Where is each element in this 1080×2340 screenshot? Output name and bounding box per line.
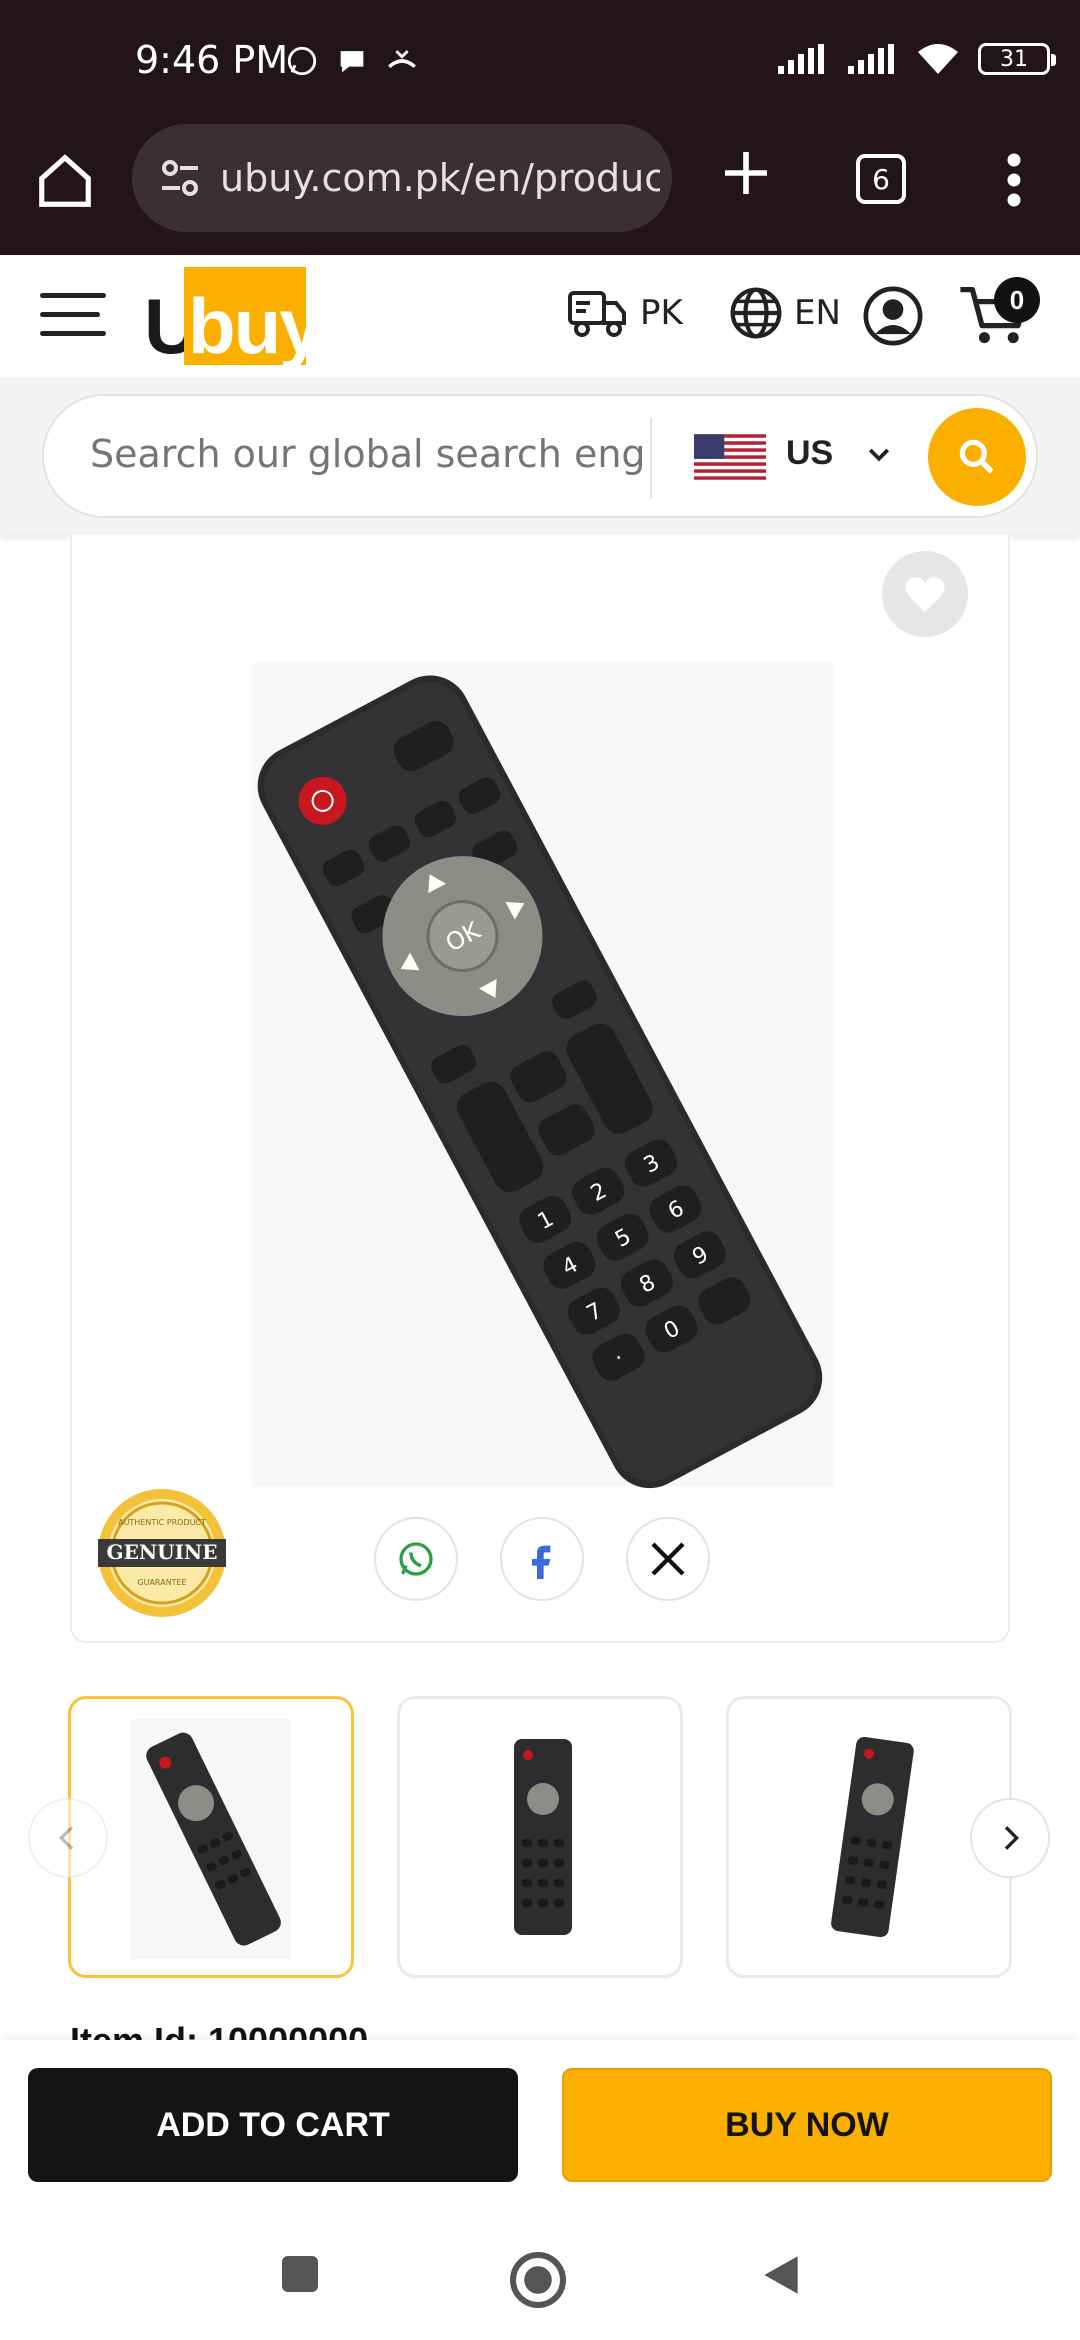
more-icon[interactable] <box>1000 150 1028 210</box>
signal-icon-2 <box>848 44 894 74</box>
ubuy-logo[interactable]: U buy <box>144 267 323 370</box>
ship-to-selector[interactable]: PK <box>566 285 683 341</box>
cart-count-badge: 0 <box>994 277 1040 323</box>
signal-icon <box>778 44 824 74</box>
home-icon[interactable] <box>34 150 96 212</box>
thumbnail-2[interactable] <box>397 1696 683 1978</box>
product-image-card: OK 123 456 789 · 0 GENUINE AUTHENTIC PRO… <box>70 535 1010 1643</box>
chat-notification-icon <box>340 51 364 73</box>
authentic-text: AUTHENTIC PRODUCT <box>118 1518 206 1527</box>
wishlist-button[interactable] <box>882 551 968 637</box>
ship-to-label: PK <box>640 293 683 333</box>
x-icon <box>651 1542 685 1576</box>
plus-icon[interactable] <box>718 145 774 201</box>
notification-icons <box>285 44 419 78</box>
carousel-next-button[interactable] <box>970 1798 1050 1878</box>
buy-now-button[interactable]: BUY NOW <box>562 2068 1052 2182</box>
language-label: EN <box>794 293 841 333</box>
home-nav-icon[interactable] <box>508 2250 568 2310</box>
add-to-cart-button[interactable]: ADD TO CART <box>28 2068 518 2182</box>
search-input[interactable] <box>90 432 660 476</box>
site-settings-icon[interactable] <box>156 154 204 202</box>
country-label[interactable]: US <box>786 434 833 473</box>
search-area: US <box>0 377 1080 535</box>
search-icon <box>959 439 994 474</box>
whatsapp-icon <box>399 1542 433 1576</box>
carousel-prev-button[interactable] <box>28 1798 108 1878</box>
system-nav-bar <box>0 2220 1080 2340</box>
missed-call-icon <box>388 50 416 69</box>
globe-icon <box>730 287 782 339</box>
system-status-icons: 31 <box>776 42 1056 76</box>
address-bar[interactable]: ubuy.com.pk/en/product <box>132 124 672 232</box>
chevron-right-icon <box>1004 1826 1020 1850</box>
status-time: 9:46 PM <box>135 38 289 82</box>
tab-count: 6 <box>872 162 890 196</box>
facebook-icon <box>532 1545 551 1579</box>
action-bar: ADD TO CART BUY NOW <box>0 2040 1080 2220</box>
heart-icon <box>905 577 945 613</box>
menu-icon[interactable] <box>40 293 106 339</box>
search-divider <box>650 418 652 498</box>
logo-buy: buy <box>188 282 323 370</box>
guarantee-text: GUARANTEE <box>137 1578 186 1587</box>
us-flag-icon[interactable] <box>694 434 766 480</box>
whatsapp-notification-icon <box>287 46 317 76</box>
back-nav-icon[interactable] <box>756 2250 806 2300</box>
recents-icon[interactable] <box>276 2250 324 2298</box>
chevron-down-icon[interactable] <box>864 440 894 470</box>
language-selector[interactable]: EN <box>728 285 841 341</box>
share-facebook-button[interactable] <box>500 1517 584 1601</box>
battery-level: 31 <box>1000 46 1028 72</box>
share-whatsapp-button[interactable] <box>374 1517 458 1601</box>
search-box: US <box>42 394 1038 518</box>
url-text[interactable]: ubuy.com.pk/en/product <box>220 156 660 200</box>
share-x-button[interactable] <box>626 1517 710 1601</box>
url-row: ubuy.com.pk/en/product 6 <box>0 120 1080 255</box>
browser-chrome: 9:46 PM 31 ubuy.com.pk/en/product 6 <box>0 0 1080 255</box>
thumbnail-1[interactable] <box>68 1696 354 1978</box>
battery-icon: 31 <box>978 43 1056 75</box>
wifi-icon <box>918 44 958 74</box>
status-bar: 9:46 PM 31 <box>0 0 1080 120</box>
genuine-badge: GENUINE AUTHENTIC PRODUCT GUARANTEE <box>98 1489 226 1617</box>
genuine-text: GENUINE <box>107 1540 218 1564</box>
truck-icon <box>568 291 626 337</box>
thumbnail-carousel <box>0 1696 1080 1978</box>
product-image-remote[interactable]: OK 123 456 789 ·0 <box>232 645 852 1505</box>
tabs-icon[interactable]: 6 <box>856 154 906 204</box>
site-header: U buy PK EN 0 <box>0 255 1080 377</box>
chevron-left-icon <box>58 1826 74 1850</box>
share-row <box>374 1517 710 1601</box>
search-button[interactable] <box>928 408 1026 506</box>
account-icon[interactable] <box>862 285 924 347</box>
